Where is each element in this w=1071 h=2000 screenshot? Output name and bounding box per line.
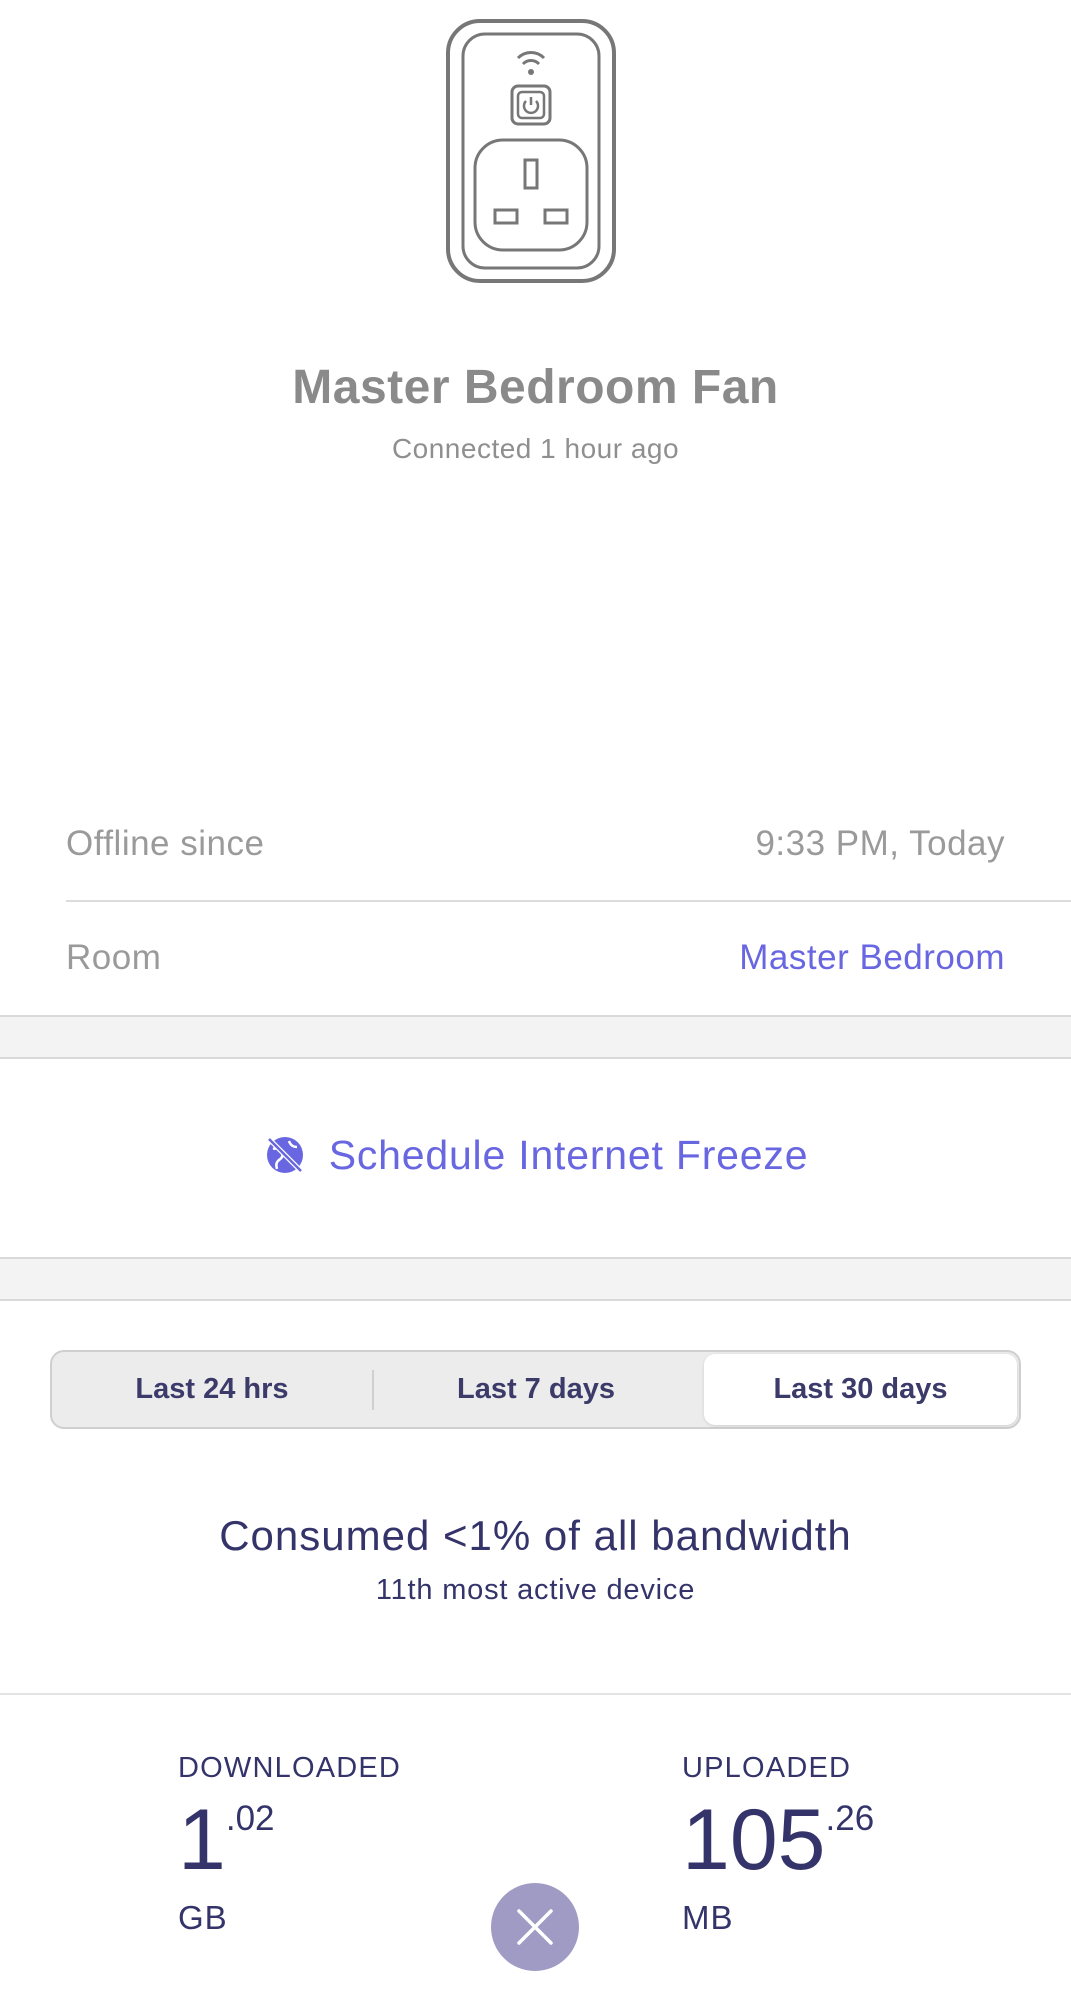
smart-plug-icon — [446, 19, 616, 283]
uploaded-stat: UPLOADED 105.26 MB — [682, 1752, 982, 1937]
close-button[interactable] — [491, 1883, 579, 1971]
device-status: Connected 1 hour ago — [391, 433, 680, 464]
room-label: Room — [66, 938, 162, 977]
time-range-selector: Last 24 hrs Last 7 days Last 30 days — [50, 1350, 1021, 1429]
downloaded-whole: 1 — [178, 1792, 226, 1888]
close-icon — [517, 1909, 553, 1945]
section-separator — [0, 1257, 1071, 1301]
uploaded-whole: 105 — [682, 1792, 826, 1888]
uploaded-fraction: .26 — [825, 1799, 875, 1838]
downloaded-stat: DOWNLOADED 1.02 GB — [178, 1752, 478, 1937]
tab-last-24-hrs[interactable]: Last 24 hrs — [54, 1354, 370, 1425]
schedule-internet-freeze-label: Schedule Internet Freeze — [328, 1131, 809, 1178]
room-row[interactable]: Room Master Bedroom — [66, 904, 1071, 1016]
schedule-internet-freeze-button[interactable]: Schedule Internet Freeze — [0, 1100, 1071, 1210]
offline-since-label: Offline since — [66, 824, 265, 863]
uploaded-value: 105.26 — [682, 1795, 982, 1885]
divider — [0, 1693, 1071, 1695]
uploaded-label: UPLOADED — [682, 1752, 852, 1784]
tab-last-7-days[interactable]: Last 7 days — [374, 1354, 698, 1425]
uploaded-unit: MB — [682, 1899, 734, 1936]
offline-since-value: 9:33 PM, Today — [755, 824, 1005, 863]
room-value-link[interactable]: Master Bedroom — [739, 938, 1005, 978]
downloaded-unit: GB — [178, 1899, 228, 1936]
downloaded-value: 1.02 — [178, 1795, 478, 1885]
activity-rank: 11th most active device — [375, 1574, 696, 1606]
internet-freeze-icon — [266, 1137, 303, 1173]
downloaded-label: DOWNLOADED — [178, 1752, 402, 1784]
tab-last-30-days[interactable]: Last 30 days — [704, 1354, 1017, 1425]
bandwidth-share: Consumed <1% of all bandwidth — [219, 1512, 852, 1559]
device-name: Master Bedroom Fan — [292, 361, 779, 414]
downloaded-fraction: .02 — [225, 1799, 275, 1838]
section-separator — [0, 1015, 1071, 1059]
offline-since-row: Offline since 9:33 PM, Today — [66, 790, 1071, 902]
